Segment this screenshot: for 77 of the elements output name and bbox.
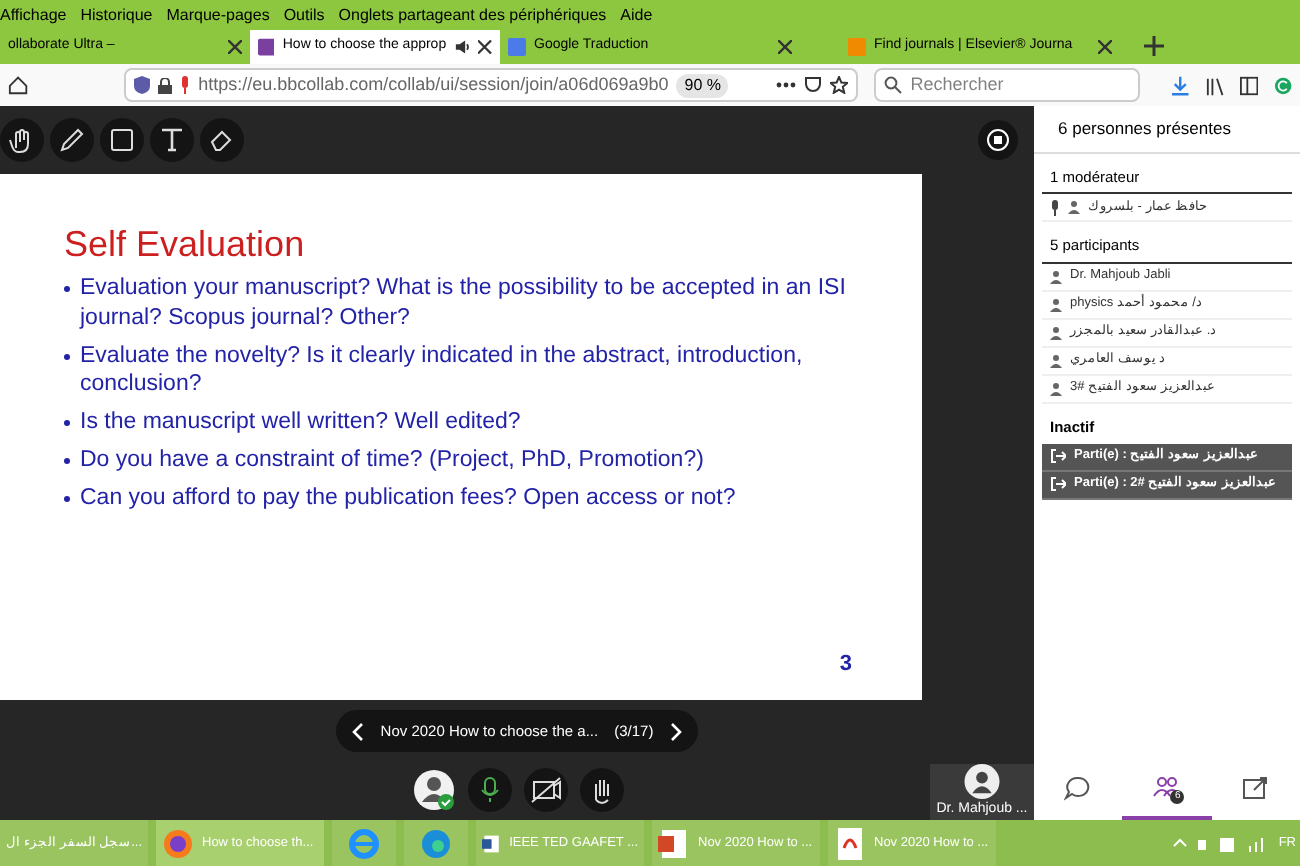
- lock-icon: [158, 77, 173, 93]
- person-icon: [1050, 353, 1062, 367]
- extension-icon[interactable]: [1273, 75, 1292, 95]
- firefox-icon: [162, 827, 194, 859]
- people-icon: [1152, 774, 1181, 802]
- slide-title: Self Evaluation: [64, 222, 307, 266]
- microphone-icon: [180, 76, 191, 94]
- tool-button[interactable]: [100, 118, 144, 162]
- bullet-text: Is the manuscript well written? Well edited?: [80, 408, 521, 437]
- pocket-icon[interactable]: [804, 76, 823, 94]
- menu-item[interactable]: Affichage: [0, 3, 67, 27]
- search-icon: [884, 76, 903, 94]
- search-field[interactable]: Rechercher: [874, 68, 1141, 102]
- plus-icon[interactable]: [1144, 36, 1164, 56]
- exit-icon: [1050, 476, 1066, 493]
- document-pdf-icon: [834, 827, 866, 859]
- tool-button[interactable]: [50, 118, 94, 162]
- page-number: 3: [839, 649, 852, 679]
- page-icon: [258, 38, 275, 56]
- close-icon[interactable]: [1098, 40, 1112, 54]
- url-text: https://eu.bbcollab.com/collab/ui/session/join/a06d069a9b0: [198, 71, 669, 98]
- close-icon[interactable]: [478, 40, 492, 54]
- shield-icon: [134, 76, 151, 94]
- home-icon[interactable]: [8, 74, 29, 96]
- menu-item[interactable]: Marque-pages: [166, 3, 270, 27]
- close-icon[interactable]: [228, 40, 242, 54]
- sidebar-icon[interactable]: [1239, 75, 1258, 95]
- bullet-text: Evaluation your manuscript? What is the possibility to be accepted in an ISI journal? Scopus journal? Other?: [80, 274, 848, 332]
- search-input[interactable]: Rechercher: [910, 71, 1131, 99]
- page-icon: [848, 38, 866, 56]
- close-icon[interactable]: [778, 40, 792, 54]
- person-icon: [1050, 269, 1062, 283]
- more-icon[interactable]: [776, 82, 797, 88]
- square-icon: [106, 124, 138, 156]
- share-icon: [1241, 774, 1270, 802]
- edge-icon: [420, 827, 452, 859]
- browser-e-icon: [348, 827, 380, 859]
- document-p-icon: [658, 827, 690, 859]
- address-bar[interactable]: https://eu.bbcollab.com/collab/ui/session/join/a06d069a9b0 90 %: [124, 68, 859, 102]
- person-icon: [1050, 325, 1062, 339]
- bullet-text: Evaluate the novelty? Is it clearly indicated in the abstract, introduction, conclusion?: [80, 341, 805, 399]
- record-button[interactable]: [978, 120, 1018, 160]
- zoom-level[interactable]: 90 %: [676, 73, 729, 97]
- bullet-icon: [64, 353, 70, 359]
- person-icon: [1050, 297, 1062, 311]
- bullet-icon: [64, 286, 70, 292]
- page-icon: [508, 38, 526, 56]
- tool-button[interactable]: [150, 118, 194, 162]
- tool-button[interactable]: [200, 118, 244, 162]
- menu-item[interactable]: Outils: [283, 3, 325, 27]
- control-button[interactable]: [523, 768, 567, 812]
- download-icon[interactable]: [1172, 75, 1190, 95]
- menu-item[interactable]: Aide: [620, 3, 653, 27]
- chevron-right-icon[interactable]: [669, 721, 682, 741]
- chat-icon: [1064, 774, 1093, 802]
- pencil-icon: [56, 124, 88, 156]
- bullet-text: Do you have a constraint of time? (Project, PhD, Promotion?): [80, 446, 704, 475]
- tool-button[interactable]: [0, 118, 44, 162]
- exit-icon: [1050, 448, 1066, 465]
- control-button[interactable]: [467, 768, 511, 812]
- control-button[interactable]: [579, 768, 623, 812]
- bullet-text: Can you afford to pay the publication fees? Open access or not?: [80, 484, 736, 513]
- bullet-icon: [64, 496, 70, 502]
- avatar-icon: [411, 768, 455, 812]
- raise-hand-icon: [593, 777, 609, 803]
- bullet-icon: [64, 420, 70, 426]
- text-icon: [156, 124, 188, 156]
- menu-item[interactable]: Historique: [80, 3, 153, 27]
- record-icon: [986, 128, 1010, 152]
- person-icon: [1068, 200, 1080, 215]
- library-icon[interactable]: [1205, 75, 1224, 95]
- menu-item[interactable]: Onglets partageant des périphériques: [338, 3, 607, 27]
- panel-heading: 6 personnes présentes: [1034, 106, 1300, 154]
- star-icon[interactable]: [830, 76, 849, 94]
- bullet-icon: [64, 458, 70, 464]
- person-icon: [1050, 381, 1062, 395]
- chevron-left-icon[interactable]: [352, 721, 365, 741]
